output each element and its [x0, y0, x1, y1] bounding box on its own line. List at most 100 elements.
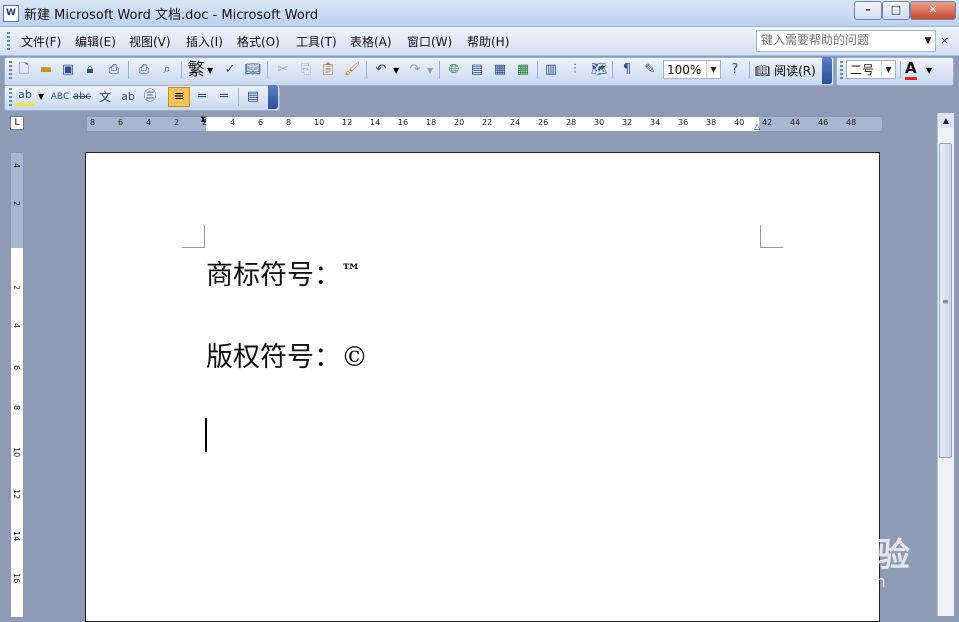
chevron-down-icon[interactable]: ▼	[881, 61, 895, 78]
reading-mode-label: 阅读(R)	[774, 64, 816, 78]
document-line: 商标符号：™	[206, 253, 361, 292]
help-search-box[interactable]: ▼	[756, 30, 936, 52]
chevron-down-icon[interactable]: ▼	[706, 61, 720, 78]
cut-icon[interactable]: ✂	[273, 60, 293, 80]
ruler-number: 4	[146, 118, 152, 127]
toolbar-options-button[interactable]	[268, 85, 278, 109]
chevron-down-icon[interactable]: ▼	[921, 31, 935, 51]
ink-icon[interactable]: ✎	[640, 60, 660, 80]
menu-view[interactable]: 视图(V)	[129, 33, 171, 50]
undo-icon[interactable]: ↶	[371, 60, 391, 80]
combine-characters-icon[interactable]: ab	[118, 87, 138, 107]
trademark-symbol: ™	[341, 259, 361, 283]
new-document-icon[interactable]: 🗋	[14, 60, 34, 80]
toolbar-separator	[238, 88, 239, 106]
research-icon[interactable]: 📖︎	[243, 60, 263, 80]
insert-table-icon[interactable]: ▦	[490, 60, 510, 80]
ruler-number: 2	[12, 201, 21, 207]
ruler-number: 38	[706, 118, 717, 127]
help-icon[interactable]: ?	[725, 60, 745, 80]
vertical-scrollbar[interactable]: ▲ ≡	[937, 113, 954, 616]
toolbar-separator	[749, 61, 750, 79]
traditional-chinese-button[interactable]: 繁	[186, 60, 206, 80]
drawing-icon[interactable]: ⫶	[565, 60, 585, 80]
ruler-number: 12	[342, 118, 353, 127]
highlight-icon[interactable]: ab	[15, 87, 35, 106]
minimize-button[interactable]: –	[854, 1, 882, 20]
horizontal-ruler[interactable]: 8 6 4 2 2 4 6 8 10 12 14 16 18 20 22 24 26 28 30 32 34 36 38 40…	[86, 115, 883, 132]
ruler-number: 44	[790, 118, 801, 127]
enclose-characters-icon[interactable]: ㊂	[140, 87, 160, 107]
align-justify-button[interactable]: ≡	[168, 87, 190, 107]
toolbar-grip[interactable]	[9, 88, 12, 106]
print-preview-icon[interactable]: ⌕	[157, 60, 177, 80]
save-icon[interactable]: ▣	[58, 60, 78, 80]
ruler-number: 34	[650, 118, 661, 127]
document-map-icon[interactable]: 🗺︎	[589, 60, 609, 80]
indent-marker-icon[interactable]: ⧗	[200, 115, 206, 125]
vertical-ruler[interactable]: 4 2 2 4 6 8 10 12 14 16	[10, 152, 24, 618]
close-button[interactable]: ✕	[910, 1, 956, 20]
copy-icon[interactable]: ⎘	[296, 60, 316, 80]
menu-grip[interactable]	[7, 32, 10, 50]
columns-icon[interactable]: ▥	[541, 60, 561, 80]
word-app-icon[interactable]: W	[3, 5, 19, 22]
ruler-number: 18	[426, 118, 437, 127]
menu-table[interactable]: 表格(A)	[350, 33, 392, 50]
zoom-combo[interactable]: 100% ▼	[663, 60, 721, 79]
chevron-down-icon[interactable]: ▼	[926, 66, 932, 75]
document-line: 版权符号：©	[206, 335, 368, 374]
show-hide-icon[interactable]: ¶	[617, 60, 637, 80]
align-distributed-icon[interactable]: ═	[214, 87, 234, 107]
insert-excel-icon[interactable]: ▦	[513, 60, 533, 80]
right-indent-icon[interactable]: △	[754, 122, 760, 131]
menu-insert[interactable]: 插入(I)	[186, 33, 223, 50]
chevron-down-icon[interactable]: ▼	[393, 66, 399, 75]
ruler-number: 4	[12, 163, 21, 169]
toolbar-separator	[439, 61, 440, 79]
tab-selector[interactable]: L	[10, 116, 24, 130]
permission-icon[interactable]: 🔒︎	[80, 60, 100, 80]
menu-file[interactable]: 文件(F)	[21, 33, 61, 50]
font-color-button[interactable]: A	[905, 59, 917, 80]
chevron-down-icon[interactable]: ▼	[427, 66, 433, 75]
text-direction-icon[interactable]: ▤	[243, 87, 263, 107]
tables-borders-icon[interactable]: ▤	[467, 60, 487, 80]
reading-mode-button[interactable]: 📖︎ 阅读(R)	[755, 62, 816, 79]
toolbar-grip[interactable]	[9, 61, 12, 79]
menu-help[interactable]: 帮助(H)	[467, 33, 509, 50]
help-search-input[interactable]	[759, 32, 913, 48]
toolbar-grip[interactable]	[840, 61, 843, 79]
font-size-combo[interactable]: 二号 ▼	[846, 60, 896, 79]
maximize-button[interactable]: □	[882, 1, 910, 20]
ruler-number: 30	[594, 118, 605, 127]
toolbar-separator	[612, 61, 613, 79]
close-document-icon[interactable]: ×	[940, 34, 949, 47]
spelling-check-icon[interactable]: ✓	[220, 60, 240, 80]
distributed-align-icon[interactable]: ═	[192, 87, 212, 107]
scroll-up-icon[interactable]: ▲	[938, 113, 954, 128]
toolbar-options-button[interactable]	[822, 57, 832, 84]
chevron-down-icon[interactable]: ▼	[38, 92, 44, 101]
ruler-number: 8	[90, 118, 96, 127]
window-title: 新建 Microsoft Word 文档.doc - Microsoft Wor…	[24, 8, 319, 23]
paste-icon[interactable]: 📋︎	[318, 60, 338, 80]
print-icon[interactable]: ⎙	[104, 60, 124, 80]
menu-edit[interactable]: 编辑(E)	[75, 33, 116, 50]
hyperlink-icon[interactable]: 🌐︎	[444, 60, 464, 80]
phonetic-guide-icon[interactable]: 文	[95, 87, 115, 107]
menu-format[interactable]: 格式(O)	[237, 33, 280, 50]
toolbar-separator	[537, 61, 538, 79]
menu-tools[interactable]: 工具(T)	[296, 33, 337, 50]
line-label: 商标符号：	[206, 260, 341, 291]
redo-icon[interactable]: ↷	[405, 60, 425, 80]
menu-window[interactable]: 窗口(W)	[407, 33, 452, 50]
quick-print-icon[interactable]: ⎙	[134, 60, 154, 80]
format-painter-icon[interactable]: 🖌︎	[342, 60, 362, 80]
scroll-thumb[interactable]: ≡	[939, 143, 952, 458]
strikethrough-icon[interactable]: abc	[72, 87, 92, 107]
character-scaling-icon[interactable]: ABC	[50, 87, 70, 107]
chevron-down-icon[interactable]: ▼	[207, 66, 213, 75]
ruler-number: 14	[370, 118, 381, 127]
open-folder-icon[interactable]: ▬	[36, 60, 56, 80]
